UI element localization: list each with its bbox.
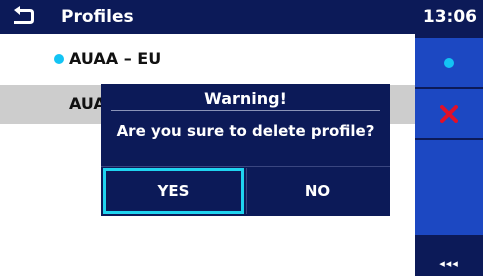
set-active-button[interactable] <box>415 38 483 88</box>
delete-button[interactable] <box>415 89 483 139</box>
back-arrow-icon[interactable] <box>10 6 36 28</box>
no-button[interactable]: NO <box>246 168 388 214</box>
list-item-label: AUAA – EU <box>69 49 162 68</box>
clock: 13:06 <box>422 7 477 27</box>
list-item[interactable]: AUAA – EU <box>0 40 415 79</box>
active-dot-icon <box>54 54 64 64</box>
active-dot-icon <box>444 58 454 68</box>
dialog-title: Warning! <box>204 89 287 108</box>
dialog-message: Are you sure to delete profile? <box>116 122 375 140</box>
empty-button <box>415 140 483 236</box>
dialog-separator <box>101 166 390 167</box>
delete-x-icon <box>440 105 458 123</box>
page-title: Profiles <box>61 7 134 27</box>
sidebar: ◂◂◂ <box>415 34 483 276</box>
yes-button[interactable]: YES <box>103 168 244 214</box>
header-bar: Profiles 13:06 <box>0 0 483 34</box>
dialog-divider <box>111 110 380 111</box>
warning-dialog: Warning! Are you sure to delete profile?… <box>101 84 390 216</box>
more-options-button[interactable]: ◂◂◂ <box>415 252 483 276</box>
